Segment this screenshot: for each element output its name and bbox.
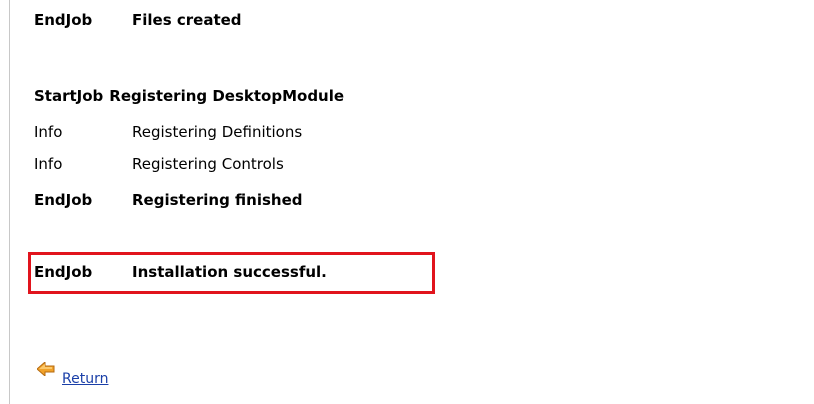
log-type: EndJob bbox=[34, 11, 93, 29]
log-row-info-definitions: Info Registering Definitions bbox=[34, 122, 302, 142]
log-type: Info bbox=[34, 155, 63, 173]
log-row-endjob-registering-finished: EndJob Registering finished bbox=[34, 190, 303, 210]
log-message: Registering Controls bbox=[132, 155, 284, 173]
log-message: Files created bbox=[132, 11, 242, 29]
log-message: Registering Definitions bbox=[132, 123, 303, 141]
log-row-info-controls: Info Registering Controls bbox=[34, 154, 284, 174]
return-link[interactable]: Return bbox=[62, 370, 108, 388]
back-arrow-icon[interactable] bbox=[37, 362, 55, 376]
log-type: StartJob bbox=[34, 87, 104, 105]
success-highlight-box bbox=[28, 252, 435, 294]
log-message: Registering finished bbox=[132, 191, 303, 209]
log-type: Info bbox=[34, 123, 63, 141]
log-message: Registering DesktopModule bbox=[109, 87, 345, 105]
log-row-startjob-registering: StartJob Registering DesktopModule bbox=[34, 86, 344, 106]
left-divider bbox=[9, 0, 10, 404]
installation-log-page: EndJob Files created StartJob Registering … bbox=[0, 0, 814, 404]
log-row-endjob-files-created: EndJob Files created bbox=[34, 10, 242, 30]
log-type: EndJob bbox=[34, 191, 93, 209]
